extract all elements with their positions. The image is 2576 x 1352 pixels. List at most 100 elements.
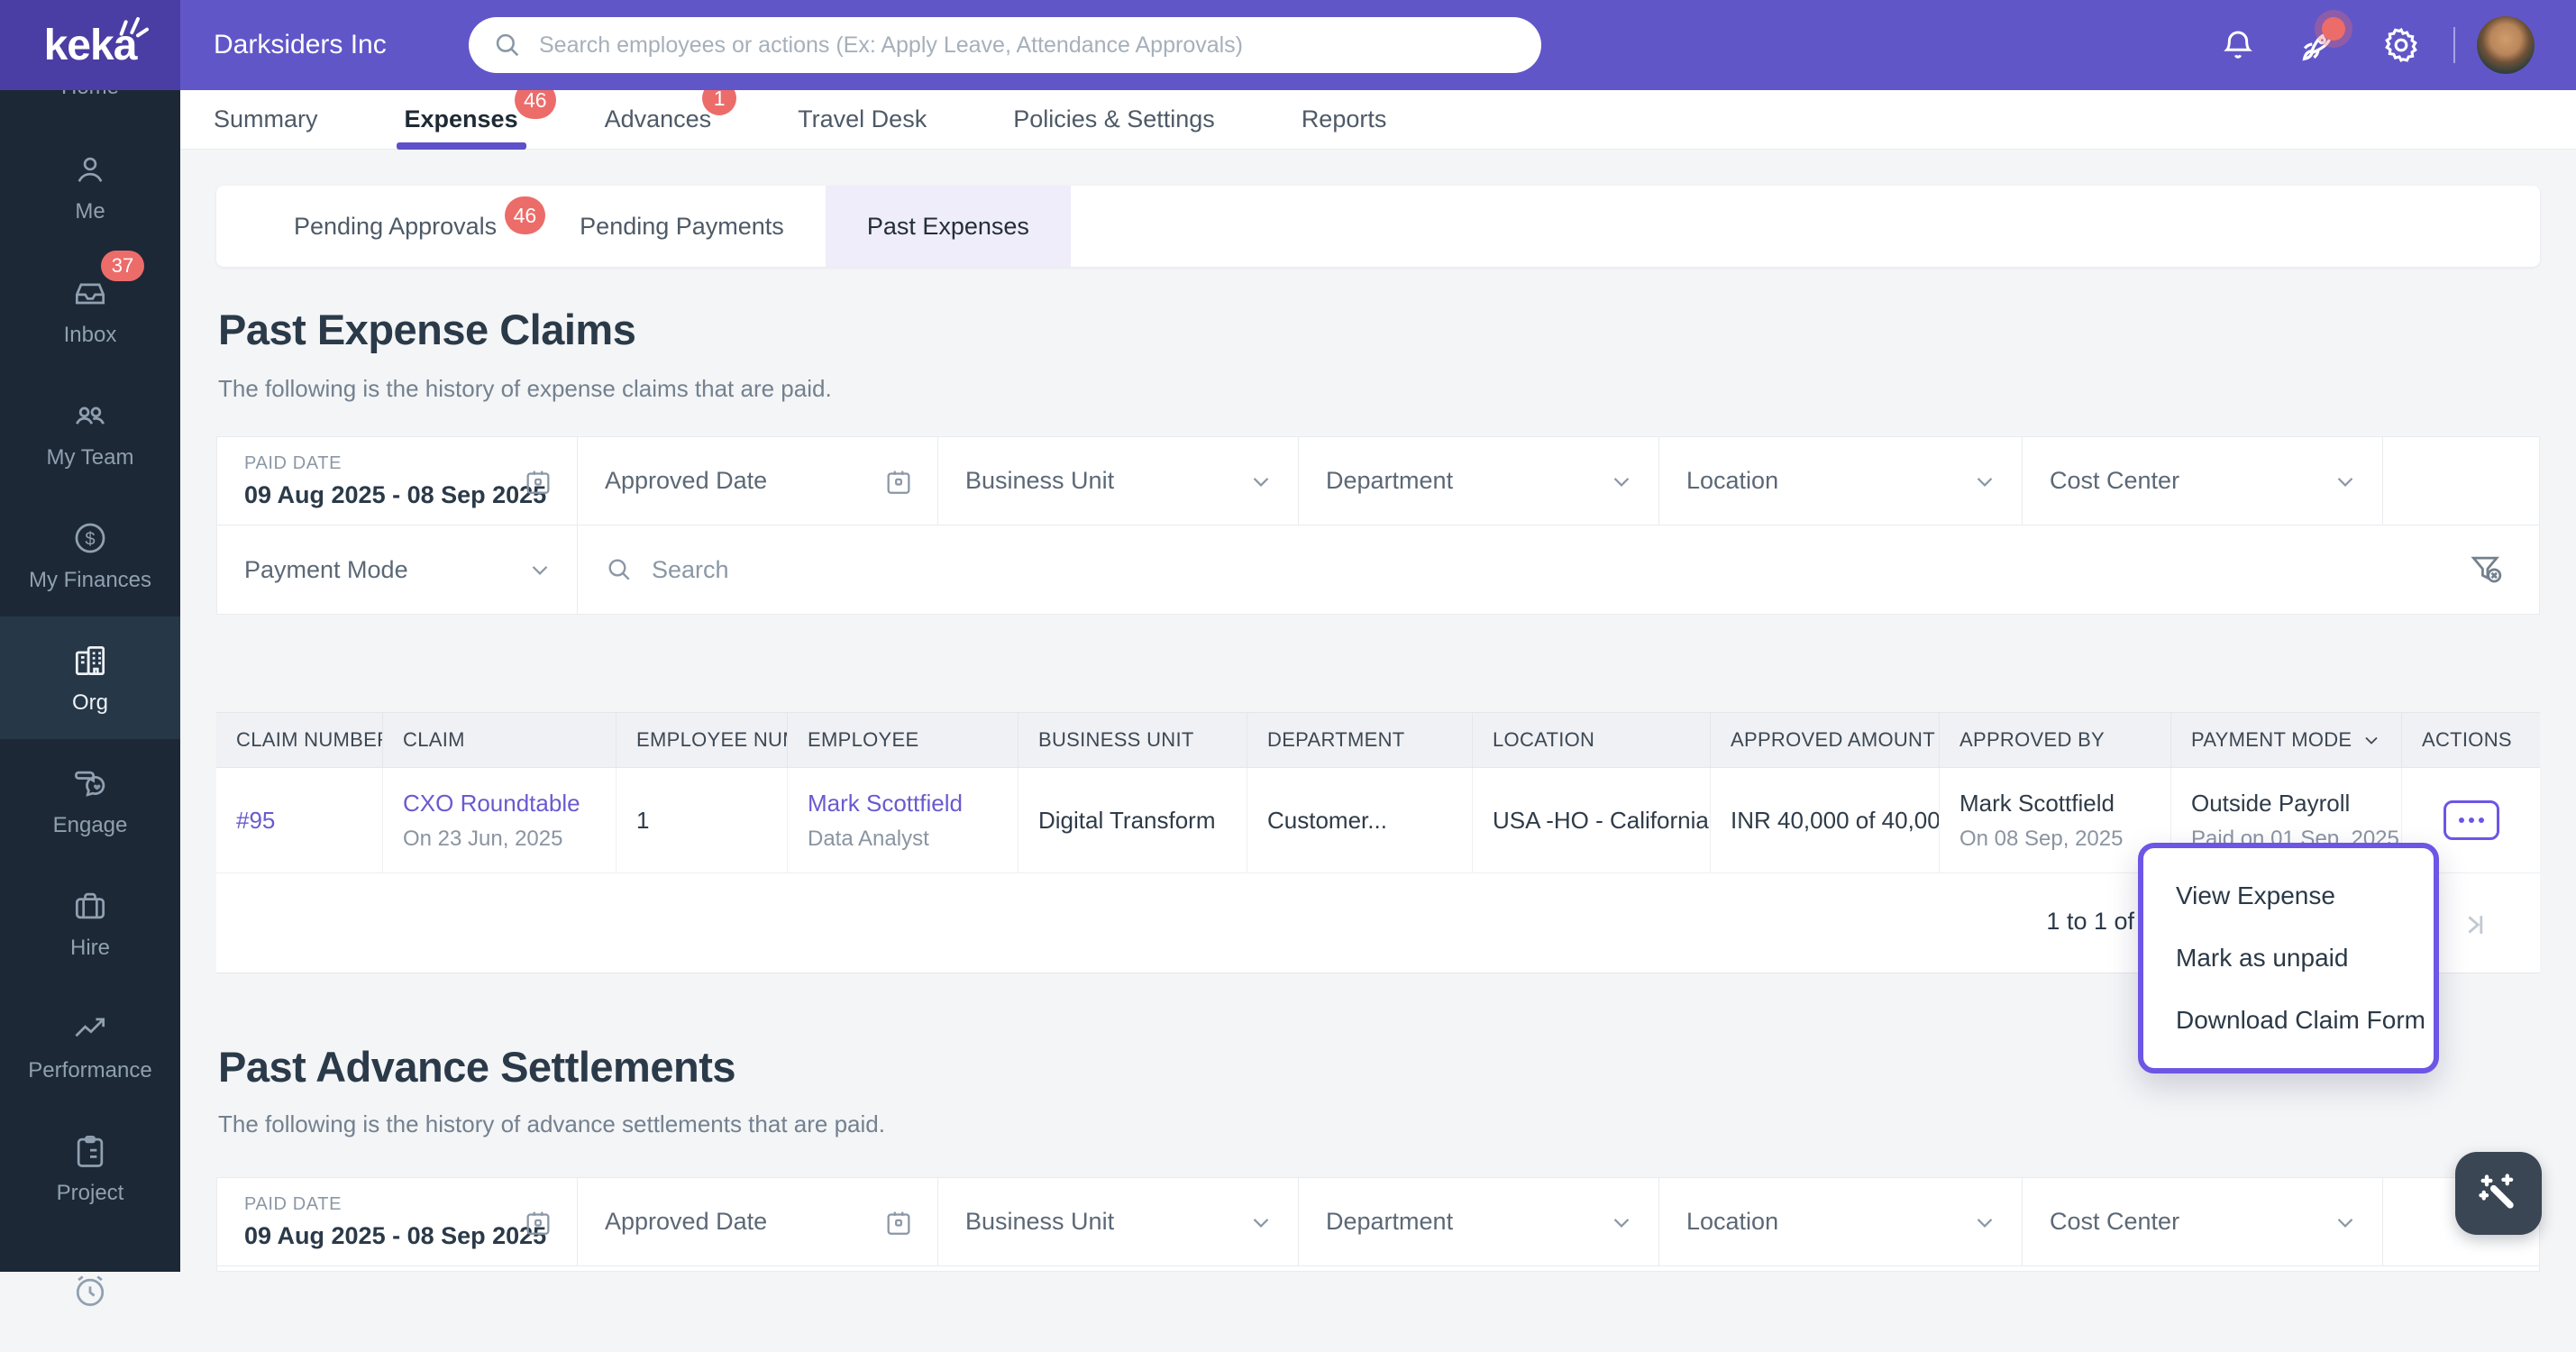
ai-assistant-button[interactable] — [2455, 1152, 2542, 1235]
menu-item-mark-as-unpaid[interactable]: Mark as unpaid — [2143, 929, 2434, 987]
user-avatar[interactable] — [2477, 16, 2535, 74]
subtab-pending-approvals[interactable]: Pending Approvals 46 — [252, 186, 546, 267]
filter-row-1: PAID DATE 09 Aug 2025 - 08 Sep 2025 Appr… — [217, 437, 2539, 525]
keka-logo[interactable]: keka — [0, 0, 180, 90]
whats-new-button[interactable] — [2297, 0, 2352, 90]
subtab-past-expenses[interactable]: Past Expenses — [825, 186, 1071, 267]
row-actions-button[interactable] — [2443, 800, 2499, 840]
tab-summary[interactable]: Summary — [214, 90, 318, 149]
subtab-pending-payments[interactable]: Pending Payments — [538, 186, 826, 267]
rocket-badge-dot — [2322, 17, 2345, 41]
main-content: Pending Approvals 46 Pending Payments Pa… — [180, 150, 2576, 1272]
sidebar-item-engage[interactable]: Engage — [0, 739, 180, 862]
col-header-department[interactable]: DEPARTMENT — [1247, 713, 1473, 767]
sidebar-item-inbox[interactable]: 37 Inbox — [0, 249, 180, 371]
col-header-location[interactable]: LOCATION — [1473, 713, 1711, 767]
sidebar-item-attendance-partial[interactable] — [0, 1229, 180, 1352]
me-icon — [71, 151, 109, 189]
claim-number-link[interactable]: #95 — [236, 807, 362, 835]
expense-section-subtitle: The following is the history of expense … — [218, 375, 832, 402]
col-header-employee-number[interactable]: EMPLOYEE NUMBER — [617, 713, 788, 767]
col-header-claim[interactable]: CLAIM — [383, 713, 617, 767]
tab-expenses[interactable]: Expenses 46 — [396, 81, 556, 150]
col-header-approved-by[interactable]: APPROVED BY — [1940, 713, 2171, 767]
tab-advances[interactable]: Advances 1 — [605, 81, 737, 149]
col-header-employee[interactable]: EMPLOYEE — [788, 713, 1019, 767]
tab-policies-settings[interactable]: Policies & Settings — [1013, 90, 1215, 149]
approved-amount-cell: INR 40,000 of 40,000 — [1711, 768, 1940, 872]
sidebar-item-my-team[interactable]: My Team — [0, 371, 180, 494]
col-header-actions: ACTIONS — [2422, 728, 2512, 751]
performance-icon — [70, 1009, 110, 1048]
sidebar-item-label: My Team — [46, 444, 134, 470]
filter-row-2: Payment Mode — [217, 525, 2539, 614]
advance-filters: PAID DATE 09 Aug 2025 - 08 Sep 2025 Appr… — [216, 1177, 2540, 1272]
sidebar-item-my-finances[interactable]: $ My Finances — [0, 494, 180, 617]
location-filter[interactable]: Location — [1659, 437, 2023, 525]
filter-row-1: PAID DATE 09 Aug 2025 - 08 Sep 2025 Appr… — [217, 1178, 2539, 1266]
calendar-icon — [523, 466, 553, 497]
pagination-range: 1 to 1 of — [2046, 908, 2134, 935]
approved-by-name: Mark Scottfield — [1959, 789, 2115, 817]
approved-date-filter[interactable]: Approved Date — [578, 1178, 938, 1265]
col-header-approved-amount[interactable]: APPROVED AMOUNT — [1711, 713, 1940, 767]
tab-travel-desk[interactable]: Travel Desk — [798, 90, 927, 149]
employee-name-link[interactable]: Mark Scottfield — [808, 790, 998, 818]
settings-button[interactable] — [2381, 0, 2421, 90]
chevron-down-icon — [1608, 468, 1635, 495]
chevron-down-icon — [1608, 1209, 1635, 1236]
global-search[interactable] — [469, 17, 1541, 73]
inbox-icon — [70, 273, 110, 313]
menu-item-download-claim-form[interactable]: Download Claim Form — [2143, 991, 2434, 1049]
table-search[interactable] — [578, 525, 2539, 614]
calendar-icon — [883, 466, 914, 497]
paid-date-filter[interactable]: PAID DATE 09 Aug 2025 - 08 Sep 2025 — [217, 437, 578, 525]
claim-title-link[interactable]: CXO Roundtable — [403, 790, 596, 818]
department-filter[interactable]: Department — [1299, 437, 1659, 525]
department-filter[interactable]: Department — [1299, 1178, 1659, 1265]
approved-date-filter[interactable]: Approved Date — [578, 437, 938, 525]
payment-mode-filter[interactable]: Payment Mode — [217, 525, 578, 614]
magic-wand-icon — [2475, 1170, 2522, 1217]
sidebar-item-label: Hire — [69, 935, 110, 960]
location-filter[interactable]: Location — [1659, 1178, 2023, 1265]
expense-filters: PAID DATE 09 Aug 2025 - 08 Sep 2025 Appr… — [216, 436, 2540, 615]
bell-icon — [2219, 26, 2257, 64]
table-header-row: CLAIM NUMBER CLAIM EMPLOYEE NUMBER EMPLO… — [216, 712, 2540, 768]
col-header-payment-mode[interactable]: PAYMENT MODE — [2171, 713, 2402, 767]
business-unit-filter[interactable]: Business Unit — [938, 1178, 1299, 1265]
sidebar: Home Me 37 Inbox My Team $ My Finances O… — [0, 0, 180, 1306]
chevron-down-icon — [2361, 729, 2382, 751]
sidebar-item-performance[interactable]: Performance — [0, 984, 180, 1107]
sidebar-item-label: Org — [71, 690, 108, 715]
hire-icon — [70, 886, 110, 926]
chevron-down-icon — [1971, 1209, 1998, 1236]
skip-last-icon[interactable] — [2459, 909, 2489, 940]
paid-date-filter[interactable]: PAID DATE 09 Aug 2025 - 08 Sep 2025 — [217, 1178, 578, 1265]
business-unit-filter[interactable]: Business Unit — [938, 437, 1299, 525]
payment-mode-value: Outside Payroll — [2191, 789, 2351, 817]
chevron-down-icon — [526, 556, 553, 583]
tab-reports[interactable]: Reports — [1302, 90, 1387, 149]
sidebar-item-me[interactable]: Me — [0, 126, 180, 249]
menu-item-view-expense[interactable]: View Expense — [2143, 867, 2434, 925]
col-header-claim-number[interactable]: CLAIM NUMBER — [216, 713, 383, 767]
sidebar-item-org[interactable]: Org — [0, 617, 180, 739]
col-header-business-unit[interactable]: BUSINESS UNIT — [1019, 713, 1247, 767]
filter-spacer — [2383, 437, 2539, 525]
global-search-input[interactable] — [537, 31, 1532, 59]
notifications-button[interactable] — [2219, 0, 2257, 90]
sidebar-item-project[interactable]: Project — [0, 1107, 180, 1229]
chevron-down-icon — [1247, 468, 1274, 495]
cost-center-filter[interactable]: Cost Center — [2023, 1178, 2383, 1265]
advance-section-subtitle: The following is the history of advance … — [218, 1110, 885, 1137]
clear-filter-icon[interactable] — [2467, 550, 2507, 589]
cost-center-filter[interactable]: Cost Center — [2023, 437, 2383, 525]
calendar-icon — [523, 1207, 553, 1238]
inbox-badge: 37 — [101, 251, 144, 281]
department-cell: Customer... — [1247, 768, 1473, 872]
table-search-input[interactable] — [650, 554, 2512, 585]
sidebar-item-hire[interactable]: Hire — [0, 862, 180, 984]
org-icon — [70, 641, 110, 681]
gear-icon — [2381, 25, 2421, 65]
